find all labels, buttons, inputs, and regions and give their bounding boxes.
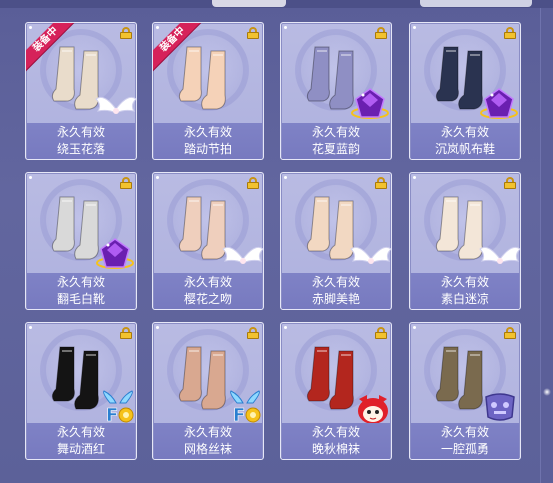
item-card[interactable]: 永久有效 沉岚帆布鞋 <box>409 22 521 160</box>
purple-emblem-icon <box>485 393 515 421</box>
sparkle-icon <box>543 388 551 396</box>
lock-icon <box>247 177 259 189</box>
purple-gem-icon <box>351 88 389 119</box>
item-card[interactable]: 永久有效 晚秋棉袜 <box>280 322 392 460</box>
shoe-image <box>178 46 226 110</box>
wings-icon <box>350 246 391 264</box>
item-card[interactable]: 装备中 永久有效 绕玉花落 <box>25 22 137 160</box>
lock-icon <box>375 177 387 189</box>
item-label: 永久有效 一腔孤勇 <box>411 423 519 459</box>
item-name: 舞动酒红 <box>56 442 105 456</box>
item-name: 赤脚美艳 <box>311 292 360 306</box>
lock-icon <box>120 327 132 339</box>
svg-text:F: F <box>233 405 245 425</box>
lock-icon <box>375 327 387 339</box>
item-validity: 永久有效 <box>311 125 360 139</box>
corner-dot <box>413 176 416 179</box>
top-bar <box>0 0 553 8</box>
item-validity: 永久有效 <box>56 275 105 289</box>
item-validity: 永久有效 <box>440 275 489 289</box>
item-validity: 永久有效 <box>311 425 360 439</box>
lock-icon <box>504 27 516 39</box>
wings-icon <box>479 246 520 264</box>
item-label: 永久有效 樱花之吻 <box>154 273 262 309</box>
item-label: 永久有效 网格丝袜 <box>154 423 262 459</box>
item-label: 永久有效 沉岚帆布鞋 <box>411 123 519 159</box>
item-label: 永久有效 绕玉花落 <box>27 123 135 159</box>
lock-icon <box>120 177 132 189</box>
item-card[interactable]: 永久有效 素白迷凉 <box>409 172 521 310</box>
item-validity: 永久有效 <box>183 275 232 289</box>
item-label: 永久有效 赤脚美艳 <box>282 273 390 309</box>
item-label: 永久有效 翻毛白靴 <box>27 273 135 309</box>
lock-icon <box>247 327 259 339</box>
fashion-wings-icon: F <box>230 390 261 425</box>
item-name: 沉岚帆布鞋 <box>434 142 495 156</box>
item-validity: 永久有效 <box>56 425 105 439</box>
svg-text:F: F <box>106 405 118 425</box>
lock-icon <box>375 27 387 39</box>
item-validity: 永久有效 <box>56 125 105 139</box>
item-name: 一腔孤勇 <box>440 442 489 456</box>
item-card[interactable]: 永久有效 赤脚美艳 <box>280 172 392 310</box>
corner-dot <box>284 26 287 29</box>
item-name: 绕玉花落 <box>56 142 105 156</box>
item-card[interactable]: F 永久有效舞动酒红 <box>25 322 137 460</box>
corner-dot <box>156 326 159 329</box>
lock-icon <box>504 177 516 189</box>
item-card[interactable]: 永久有效 一腔孤勇 <box>409 322 521 460</box>
item-validity: 永久有效 <box>183 425 232 439</box>
item-name: 翻毛白靴 <box>56 292 105 306</box>
corner-dot <box>29 26 32 29</box>
corner-dot <box>413 26 416 29</box>
top-tab-right[interactable] <box>420 0 532 7</box>
item-card[interactable]: 永久有效 翻毛白靴 <box>25 172 137 310</box>
corner-dot <box>413 326 416 329</box>
item-validity: 永久有效 <box>440 425 489 439</box>
item-validity: 永久有效 <box>311 275 360 289</box>
corner-dot <box>156 176 159 179</box>
item-card[interactable]: 装备中 永久有效 踏动节拍 <box>152 22 264 160</box>
item-label: 永久有效 晚秋棉袜 <box>282 423 390 459</box>
purple-gem-icon <box>480 88 518 119</box>
lock-icon <box>504 327 516 339</box>
fashion-wings-icon: F <box>103 390 134 425</box>
corner-dot <box>284 326 287 329</box>
corner-dot <box>29 326 32 329</box>
lock-icon <box>120 27 132 39</box>
item-name: 晚秋棉袜 <box>311 442 360 456</box>
item-label: 永久有效 花夏蓝韵 <box>282 123 390 159</box>
item-label: 永久有效 素白迷凉 <box>411 273 519 309</box>
item-name: 踏动节拍 <box>183 142 232 156</box>
item-card[interactable]: 永久有效 樱花之吻 <box>152 172 264 310</box>
item-label: 永久有效 舞动酒红 <box>27 423 135 459</box>
purple-gem-icon <box>96 238 134 269</box>
scrollbar[interactable] <box>540 8 553 483</box>
item-name: 素白迷凉 <box>440 292 489 306</box>
item-name: 花夏蓝韵 <box>311 142 360 156</box>
item-validity: 永久有效 <box>183 125 232 139</box>
item-card[interactable]: F 永久有效网格丝袜 <box>152 322 264 460</box>
item-label: 永久有效 踏动节拍 <box>154 123 262 159</box>
item-validity: 永久有效 <box>440 125 489 139</box>
wings-icon <box>222 246 263 264</box>
corner-dot <box>284 176 287 179</box>
wings-icon <box>95 96 136 114</box>
item-name: 网格丝袜 <box>183 442 232 456</box>
corner-dot <box>29 176 32 179</box>
item-name: 樱花之吻 <box>183 292 232 306</box>
top-tab-left[interactable] <box>212 0 286 7</box>
lock-icon <box>247 27 259 39</box>
red-cat-mascot-icon <box>358 395 388 424</box>
item-card[interactable]: 永久有效 花夏蓝韵 <box>280 22 392 160</box>
corner-dot <box>156 26 159 29</box>
